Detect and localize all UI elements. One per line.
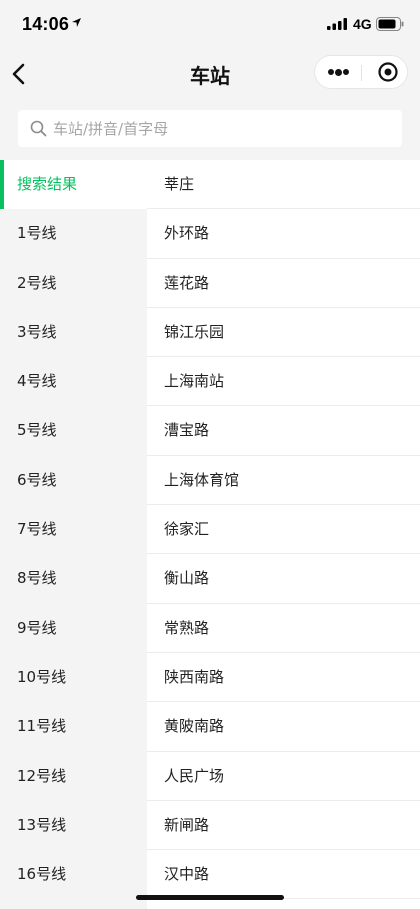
station-item[interactable]: 莲花路 — [147, 259, 420, 308]
signal-icon — [327, 18, 347, 30]
location-arrow-icon — [72, 18, 81, 27]
search-box[interactable] — [18, 110, 402, 147]
more-dot-icon — [335, 68, 342, 76]
line-item[interactable]: 10号线 — [0, 653, 147, 702]
station-item[interactable]: 外环路 — [147, 209, 420, 259]
station-item[interactable]: 汉中路 — [147, 850, 420, 900]
line-item[interactable]: 9号线 — [0, 604, 147, 653]
station-item[interactable]: 锦江乐园 — [147, 308, 420, 358]
search-icon — [30, 120, 47, 137]
search-input[interactable] — [52, 110, 393, 147]
line-item[interactable]: 2号线 — [0, 259, 147, 308]
more-dot-icon — [343, 69, 349, 75]
line-item[interactable]: 1号线 — [0, 209, 147, 258]
network-label: 4G — [353, 16, 372, 32]
line-item-search-results[interactable]: 搜索结果 — [0, 160, 147, 210]
home-indicator — [136, 895, 284, 900]
line-item[interactable]: 8号线 — [0, 554, 147, 603]
station-item[interactable]: 徐家汇 — [147, 505, 420, 555]
station-item[interactable]: 衡山路 — [147, 554, 420, 604]
line-item[interactable]: 4号线 — [0, 357, 147, 406]
status-time: 14:06 — [22, 14, 70, 34]
search-bar — [0, 98, 420, 160]
line-item[interactable]: 16号线 — [0, 850, 147, 899]
station-item[interactable]: 人民广场 — [147, 752, 420, 801]
status-bar: 14:06 4G — [0, 0, 420, 50]
target-icon — [378, 62, 398, 82]
more-dot-icon — [328, 69, 334, 75]
station-item[interactable]: 莘庄 — [147, 160, 420, 210]
nav-bar: 车站 — [0, 50, 420, 98]
close-button[interactable] — [362, 56, 408, 88]
line-item[interactable]: 6号线 — [0, 456, 147, 505]
more-button[interactable] — [315, 56, 361, 88]
station-item[interactable]: 常熟路 — [147, 604, 420, 653]
station-item[interactable]: 上海体育馆 — [147, 456, 420, 506]
battery-icon — [376, 17, 404, 31]
line-item[interactable]: 5号线 — [0, 406, 147, 455]
station-list: 莘庄 外环路 莲花路 锦江乐园 上海南站 漕宝路 上海体育馆 徐家汇 衡山路 常熟路 陕西南路 黄陂南… — [147, 160, 420, 909]
line-item[interactable]: 12号线 — [0, 752, 147, 801]
station-item[interactable]: 陕西南路 — [147, 653, 420, 703]
station-item[interactable]: 上海南站 — [147, 357, 420, 407]
line-item[interactable]: 7号线 — [0, 505, 147, 554]
station-item[interactable]: 新闸路 — [147, 801, 420, 851]
mini-program-capsule — [314, 55, 408, 89]
line-item[interactable]: 3号线 — [0, 308, 147, 357]
station-item[interactable]: 黄陂南路 — [147, 702, 420, 752]
line-item[interactable]: 11号线 — [0, 702, 147, 751]
station-item[interactable]: 漕宝路 — [147, 406, 420, 456]
line-item[interactable]: 13号线 — [0, 801, 147, 850]
line-list: 搜索结果 1号线 2号线 3号线 4号线 5号线 6号线 7号线 8号线 9号线 10号线 11号线 1… — [0, 160, 147, 909]
